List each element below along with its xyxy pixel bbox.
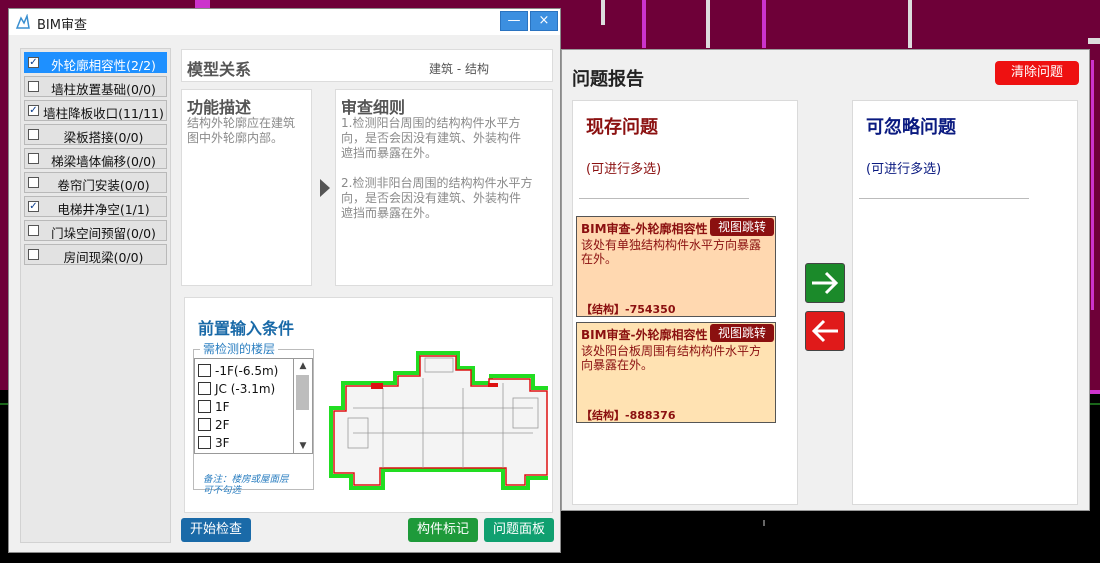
floor-group: -1F(-6.5m) JC (-3.1m) 1F 2F 3F ▲ ▼ [193,349,314,490]
rule-checkbox[interactable]: ✓ [28,57,39,68]
scroll-up-icon[interactable]: ▲ [294,359,312,373]
app-logo-icon [15,14,30,29]
issue-card[interactable]: BIM审查-外轮廓相容性 视图跳转 该处有单独结构构件水平方向暴露 在外。 【结… [576,216,776,317]
rule-label: 墙柱放置基础(0/0) [51,82,156,97]
floor-group-label: 需检测的楼层 [200,340,279,357]
rule-checkbox[interactable] [28,153,39,164]
floor-list[interactable]: -1F(-6.5m) JC (-3.1m) 1F 2F 3F [194,358,294,454]
issue-code: 【结构】-754350 [581,303,676,316]
floor-note: 备注：楼房或屋面层 可不勾选 [203,474,289,496]
scroll-down-icon[interactable]: ▼ [294,439,312,453]
review-rules-title: 审查细则 [341,98,406,117]
current-issues-hint: (可进行多选) [586,162,662,177]
rule-label: 梁板搭接(0/0) [63,130,144,145]
floor-plan-preview [329,351,548,490]
issue-panel-button[interactable]: 问题面板 [484,518,554,542]
view-jump-button[interactable]: 视图跳转 [710,324,774,342]
rule-label: 墙柱降板收口(11/11) [43,106,164,121]
title-bar: BIM审查 — × [9,9,560,35]
floor-checkbox[interactable] [198,382,211,395]
rule-item-rolling-door[interactable]: 卷帘门安装(0/0) [24,172,167,193]
floor-item[interactable]: 1F [198,400,230,416]
rule-label: 梯梁墙体偏移(0/0) [51,154,156,169]
rule-list: ✓ 外轮廓相容性(2/2) 墙柱放置基础(0/0) ✓ 墙柱降板收口(11/11) … [20,48,171,543]
issue-description: 该处有单独结构构件水平方向暴露 在外。 [581,238,762,266]
rule-label: 电梯井净空(1/1) [57,202,150,217]
rule-label: 外轮廓相容性(2/2) [51,58,156,73]
issue-description: 该处阳台板周围有结构构件水平方 向暴露在外。 [581,344,762,372]
rule-checkbox[interactable] [28,249,39,260]
component-mark-button[interactable]: 构件标记 [408,518,478,542]
rule-label: 门垛空间预留(0/0) [51,226,156,241]
arrow-right-icon [320,179,330,197]
model-relation-title: 模型关系 [187,60,252,79]
rule-label: 卷帘门安装(0/0) [57,178,150,193]
bim-review-window: BIM审查 — × ✓ 外轮廓相容性(2/2) 墙柱放置基础(0/0) ✓ 墙柱降板… [8,8,561,553]
start-check-button[interactable]: 开始检查 [181,518,251,542]
floor-item[interactable]: 3F [198,436,230,452]
model-relation-value: 建筑 - 结构 [429,62,489,76]
scroll-thumb[interactable] [296,375,309,410]
floor-checkbox[interactable] [198,418,211,431]
close-button[interactable]: × [530,11,558,31]
floor-checkbox[interactable] [198,436,211,449]
arrow-right-icon [812,271,839,295]
function-description-card: 功能描述 结构外轮廓应在建筑 图中外轮廓内部。 [181,89,312,286]
clear-issues-button[interactable]: 清除问题 [995,61,1079,85]
rule-checkbox[interactable]: ✓ [28,105,39,116]
rule-item-wall-column-foundation[interactable]: 墙柱放置基础(0/0) [24,76,167,97]
floor-checkbox[interactable] [198,364,211,377]
view-jump-button[interactable]: 视图跳转 [710,218,774,236]
rule-checkbox[interactable]: ✓ [28,201,39,212]
current-issues-column: 现存问题 (可进行多选) BIM审查-外轮廓相容性 视图跳转 该处有单独结构构件… [572,100,798,505]
function-description-title: 功能描述 [187,98,252,117]
divider [859,198,1029,199]
function-description-text: 结构外轮廓应在建筑 图中外轮廓内部。 [187,116,296,145]
rule-item-room-beam[interactable]: 房间现梁(0/0) [24,244,167,265]
rule-checkbox[interactable] [28,129,39,140]
rule-item-outline-compat[interactable]: ✓ 外轮廓相容性(2/2) [24,52,167,73]
issue-card[interactable]: BIM审查-外轮廓相容性 视图跳转 该处阳台板周围有结构构件水平方 向暴露在外。… [576,322,776,423]
rule-checkbox[interactable] [28,81,39,92]
ignorable-issues-column: 可忽略问题 (可进行多选) [852,100,1078,505]
arrow-left-icon [811,319,838,343]
model-relation-card: 模型关系 建筑 - 结构 [181,49,553,82]
rule-item-slab-drop[interactable]: ✓ 墙柱降板收口(11/11) [24,100,167,121]
issue-title: BIM审查-外轮廓相容性 [581,328,708,342]
move-to-ignorable-button[interactable] [805,263,845,303]
minimize-button[interactable]: — [500,11,528,31]
floor-checkbox[interactable] [198,400,211,413]
rule-item-stair-beam-offset[interactable]: 梯梁墙体偏移(0/0) [24,148,167,169]
rule-checkbox[interactable] [28,225,39,236]
floor-item[interactable]: JC (-3.1m) [198,382,275,398]
rule-item-elevator-clearance[interactable]: ✓ 电梯井净空(1/1) [24,196,167,217]
divider [579,198,749,199]
floor-scrollbar[interactable]: ▲ ▼ [294,358,313,454]
floor-item[interactable]: 2F [198,418,230,434]
preconditions-title: 前置输入条件 [198,319,295,338]
review-rules-card: 审查细则 1.检测阳台周围的结构构件水平方 向，是否会因没有建筑、外装构件 遮挡… [335,89,553,286]
rule-item-beam-slab[interactable]: 梁板搭接(0/0) [24,124,167,145]
preconditions-card: 前置输入条件 -1F(-6.5m) JC (-3.1m) 1F 2F 3F ▲ … [184,297,553,513]
ignorable-issues-title: 可忽略问题 [866,117,956,138]
window-title: BIM审查 [37,18,87,33]
floor-item[interactable]: -1F(-6.5m) [198,364,278,380]
issue-report-window: 问题报告 清除问题 现存问题 (可进行多选) BIM审查-外轮廓相容性 视图跳转… [561,49,1090,511]
issue-title: BIM审查-外轮廓相容性 [581,222,708,236]
review-rules-text: 1.检测阳台周围的结构构件水平方 向，是否会因没有建筑、外装构件 遮挡而暴露在外… [341,116,533,220]
rule-label: 房间现梁(0/0) [63,250,144,265]
report-title: 问题报告 [572,69,644,90]
ignorable-issues-hint: (可进行多选) [866,162,942,177]
rule-checkbox[interactable] [28,177,39,188]
rule-item-door-jamb[interactable]: 门垛空间预留(0/0) [24,220,167,241]
issue-code: 【结构】-888376 [581,409,676,422]
current-issues-title: 现存问题 [586,117,658,138]
move-to-current-button[interactable] [805,311,845,351]
